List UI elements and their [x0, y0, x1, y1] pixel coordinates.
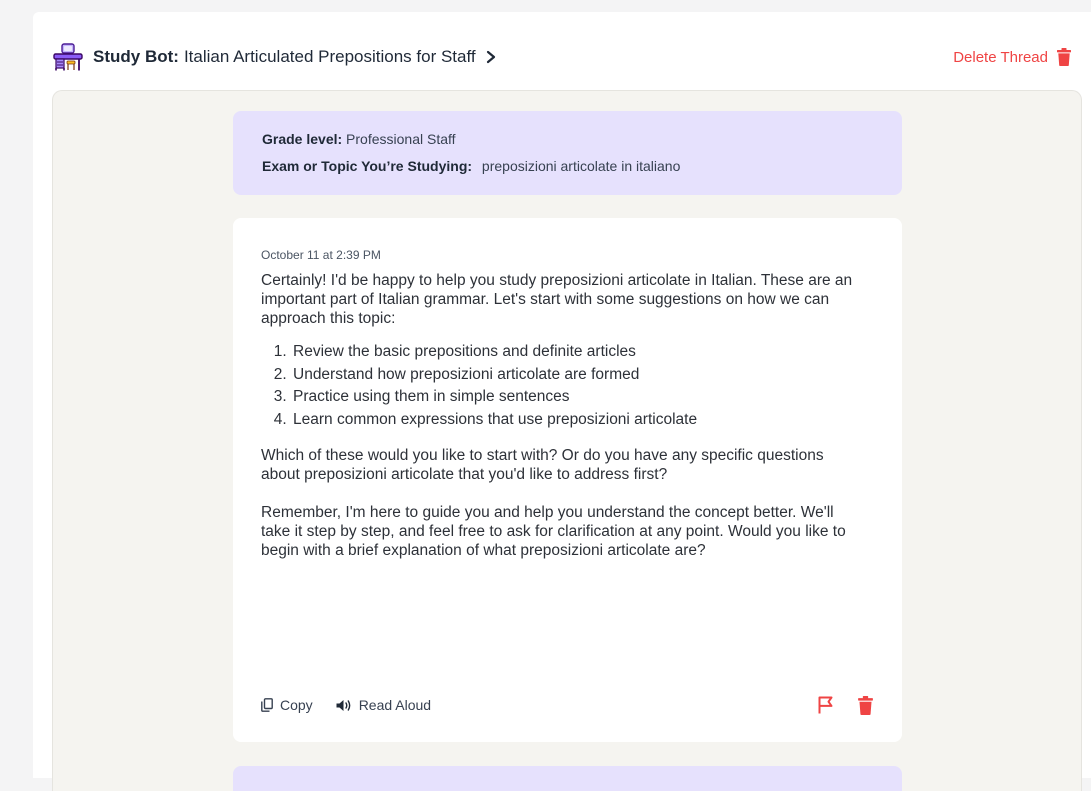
flag-button[interactable] [818, 696, 834, 714]
read-aloud-label: Read Aloud [358, 697, 432, 713]
list-item: Learn common expressions that use prepos… [291, 409, 861, 432]
grade-level-row: Grade level: Professional Staff [262, 130, 902, 157]
speaker-icon [336, 699, 351, 711]
list-item: Understand how preposizioni articolate a… [291, 364, 861, 387]
desk-chair-icon [53, 43, 83, 71]
bot-message-card: October 11 at 2:39 PM Certainly! I'd be … [233, 218, 902, 742]
topic-row: Exam or Topic You’re Studying: preposizi… [262, 157, 902, 184]
trash-icon [858, 695, 873, 715]
list-item: Practice using them in simple sentences [291, 386, 861, 409]
list-item: Review the basic prepositions and defini… [291, 341, 861, 364]
delete-message-button[interactable] [858, 695, 873, 715]
thread-title[interactable]: Study Bot: Italian Articulated Prepositi… [93, 47, 496, 67]
delete-thread-button[interactable]: Delete Thread [953, 48, 1071, 66]
suggestion-list: Review the basic prepositions and defini… [261, 341, 861, 431]
prompt-card: Grade level: Professional Staff Exam or … [233, 111, 902, 195]
message-actions-right [794, 695, 873, 715]
message-intro: Certainly! I'd be happy to help you stud… [261, 272, 853, 327]
delete-thread-label: Delete Thread [953, 48, 1048, 66]
copy-label: Copy [280, 697, 313, 713]
message-actions: Copy Read Aloud [261, 694, 873, 716]
message-timestamp: October 11 at 2:39 PM [261, 248, 381, 262]
topic-label: Exam or Topic You’re Studying: [262, 158, 473, 174]
page: Study Bot: Italian Articulated Prepositi… [33, 12, 1091, 791]
read-aloud-button[interactable]: Read Aloud [336, 697, 431, 713]
chevron-right-icon [486, 50, 495, 64]
flag-icon [818, 696, 833, 714]
grade-level-value: Professional Staff [346, 131, 456, 147]
message-closing: Remember, I'm here to guide you and help… [261, 504, 846, 559]
copy-button[interactable]: Copy [261, 697, 313, 713]
topic-value: preposizioni articolate in italiano [481, 158, 681, 174]
trash-icon [1057, 48, 1071, 66]
message-body: Certainly! I'd be happy to help you stud… [261, 271, 861, 560]
next-prompt-card [233, 766, 902, 791]
thread-header: Study Bot: Italian Articulated Prepositi… [53, 40, 1071, 74]
bot-name: Study Bot: [93, 47, 179, 66]
message-question: Which of these would you like to start w… [261, 447, 824, 483]
thread-panel[interactable]: Grade level: Professional Staff Exam or … [52, 90, 1082, 791]
grade-level-label: Grade level: [262, 131, 343, 147]
copy-icon [261, 698, 273, 712]
thread-title-text: Italian Articulated Prepositions for Sta… [183, 47, 476, 66]
